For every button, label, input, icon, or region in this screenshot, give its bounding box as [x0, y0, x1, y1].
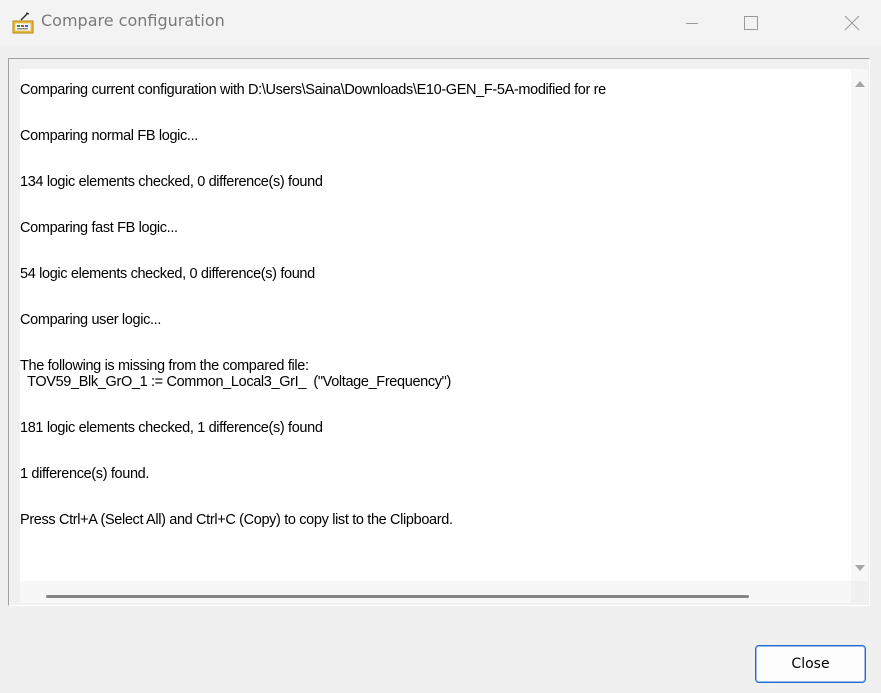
scroll-up-arrow-icon[interactable] [855, 81, 865, 87]
close-icon [844, 15, 860, 31]
output-line: Press Ctrl+A (Select All) and Ctrl+C (Co… [20, 512, 453, 528]
horizontal-scrollbar-thumb[interactable] [46, 595, 749, 598]
output-line: 54 logic elements checked, 0 difference(… [20, 266, 315, 282]
minimize-icon [686, 23, 698, 24]
close-window-button[interactable] [823, 0, 881, 46]
close-button[interactable]: Close [755, 645, 866, 683]
comparison-output-text[interactable]: Comparing current configuration with D:\… [20, 69, 851, 581]
output-line: Comparing fast FB logic... [20, 220, 178, 236]
output-line: 134 logic elements checked, 0 difference… [20, 174, 323, 190]
horizontal-scrollbar[interactable] [20, 581, 851, 603]
maximize-button[interactable] [722, 0, 780, 46]
title-bar[interactable]: Compare configuration [0, 0, 881, 46]
output-line: 181 logic elements checked, 1 difference… [20, 420, 323, 436]
output-line: Comparing user logic... [20, 312, 162, 328]
comparison-output-panel: Comparing current configuration with D:\… [8, 58, 870, 606]
window-title: Compare configuration [41, 11, 225, 30]
output-line: 1 difference(s) found. [20, 466, 150, 482]
output-line: The following is missing from the compar… [20, 358, 309, 374]
minimize-button[interactable] [663, 0, 721, 46]
output-line: TOV59_Blk_GrO_1 := Common_Local3_GrI_ ("… [20, 374, 451, 390]
vertical-scrollbar[interactable] [851, 69, 868, 581]
maximize-icon [744, 16, 758, 30]
output-line: Comparing normal FB logic... [20, 128, 198, 144]
output-line: Comparing current configuration with D:\… [20, 82, 606, 98]
scroll-down-arrow-icon[interactable] [855, 565, 865, 571]
compare-config-app-icon [12, 12, 34, 34]
